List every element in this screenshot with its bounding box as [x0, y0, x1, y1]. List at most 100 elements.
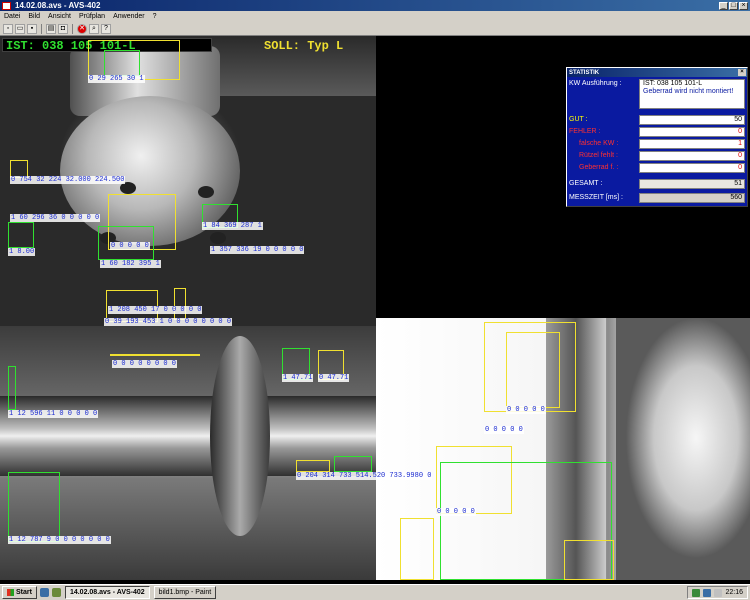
roi-box [400, 518, 434, 580]
measurement-text: 0 47.71 [318, 374, 350, 382]
roi-box [8, 472, 60, 542]
menu-ansicht[interactable]: Ansicht [44, 13, 75, 20]
roi-box [334, 456, 372, 472]
new-icon[interactable]: ▫ [3, 23, 13, 34]
bolt-hole [210, 232, 226, 244]
close-icon[interactable]: × [739, 1, 748, 10]
roi-box [174, 288, 186, 320]
minimize-icon[interactable]: _ [719, 1, 728, 10]
volume-icon[interactable] [703, 588, 712, 597]
statistics-window: STATISTIK × KW Ausführung : IST: 038 105… [566, 67, 748, 207]
toolbar: ▫ ▭ ▪ ▤ ◘ ✕ ⌕ ? [0, 22, 750, 36]
title-bar: 14.02.08.avs - AVS-402 _ □ × [0, 0, 750, 11]
measurement-text: 1 84 369 287 1 [202, 222, 263, 230]
app-icon [2, 1, 11, 10]
bolt-hole [198, 186, 214, 198]
wheel-image [210, 336, 270, 536]
desktop-quicklaunch-icon[interactable] [51, 588, 61, 597]
zoom-icon[interactable]: ⌕ [89, 23, 99, 34]
measurement-text: 1 208 450 17 0 0 0 0 0 [108, 306, 203, 314]
menu-anwender[interactable]: Anwender [109, 13, 149, 20]
kw-value-box: IST: 038 105 101-L Geberrad wird nicht m… [639, 79, 745, 109]
window-controls: _ □ × [719, 1, 748, 10]
falsche-kw-value: 1 [639, 139, 745, 149]
messzeit-label: MESSZEIT [ms] : [569, 194, 623, 201]
statistics-body: KW Ausführung : IST: 038 105 101-L Geber… [567, 77, 747, 206]
windows-logo-icon [7, 589, 14, 596]
menu-pruefplan[interactable]: Prüfplan [75, 13, 109, 20]
maximize-icon[interactable]: □ [729, 1, 738, 10]
menu-bild[interactable]: Bild [24, 13, 44, 20]
kw-message: Geberrad wird nicht montiert! [643, 88, 734, 95]
clock: 22:16 [725, 589, 743, 596]
measurement-text: 0 204 314 733 514.520 733.9980 0 [296, 472, 433, 480]
gut-label: GUT : [569, 116, 588, 123]
measurement-text: 0 0 0 0 0 [484, 426, 524, 434]
measurement-text: 1 12 787 9 0 0 0 0 0 0 0 [8, 536, 111, 544]
fehler-label: FEHLER : [569, 128, 601, 135]
toolbar-separator [72, 23, 73, 34]
fehler-value: 0 [639, 127, 745, 137]
messzeit-value: 560 [639, 193, 745, 203]
roi-box [8, 222, 34, 248]
measurement-text: 1 47.71 [282, 374, 314, 382]
app-window: 14.02.08.avs - AVS-402 _ □ × Datei Bild … [0, 0, 750, 600]
gut-value: 50 [639, 115, 745, 125]
kw-label: KW Ausführung : [569, 80, 622, 87]
gesamt-label: GESAMT : [569, 180, 603, 187]
measurement-text: 0 39 193 453 1 0 0 0 0 0 0 0 0 [104, 318, 233, 326]
statistics-title-bar[interactable]: STATISTIK × [567, 68, 747, 77]
task-paint-label: bild1.bmp - Paint [158, 589, 212, 596]
start-label: Start [16, 589, 32, 596]
menu-datei[interactable]: Datei [0, 13, 24, 20]
gesamt-value: 51 [639, 179, 745, 189]
soll-label: SOLL: Typ L [264, 39, 344, 53]
measurement-text: 0 0 0 0 0 0 0 0 [112, 360, 178, 368]
tray-icon[interactable] [714, 588, 723, 597]
save-icon[interactable]: ▪ [27, 23, 37, 34]
measurement-text: 1 60 182 395 1 [100, 260, 161, 268]
roi-box [296, 460, 330, 472]
measurement-text: 1 12 596 11 0 0 0 0 0 [8, 410, 99, 418]
taskbar: Start 14.02.08.avs - AVS-402 bild1.bmp -… [0, 584, 750, 600]
task-avs-label: 14.02.08.avs - AVS-402 [69, 589, 145, 596]
menu-bar: Datei Bild Ansicht Prüfplan Anwender ? [0, 11, 750, 22]
ie-quicklaunch-icon[interactable] [39, 588, 49, 597]
stop-icon[interactable]: ✕ [77, 23, 87, 34]
task-avs[interactable]: 14.02.08.avs - AVS-402 [64, 586, 150, 599]
statistics-title: STATISTIK [569, 69, 600, 76]
help-icon[interactable]: ? [101, 23, 111, 34]
roi-box [8, 366, 16, 410]
measurement-text: 0 0 0 0 0 [436, 508, 476, 516]
falsche-kw-label: falsche KW : [579, 140, 619, 147]
measurement-text: 0 0 0 0 0 [110, 242, 150, 250]
geberrad-label: Geberrad f. : [579, 164, 619, 171]
measurement-text: 1 60 296 36 0 0 0 0 0 [10, 214, 101, 222]
window-title: 14.02.08.avs - AVS-402 [15, 1, 101, 10]
roi-box [506, 332, 560, 408]
measurement-text: 0 754 32 224 32.000 224.500 [10, 176, 126, 184]
menu-help[interactable]: ? [149, 13, 161, 20]
measurement-text: 1 357 336 19 0 0 0 0 0 [210, 246, 305, 254]
camera-icon[interactable]: ◘ [58, 23, 68, 34]
task-paint[interactable]: bild1.bmp - Paint [153, 586, 217, 599]
network-icon[interactable] [692, 588, 701, 597]
geberrad-value: 0 [639, 163, 745, 173]
toolbar-separator [41, 23, 42, 34]
ruetzel-value: 0 [639, 151, 745, 161]
start-button[interactable]: Start [2, 586, 37, 599]
gear-edge-image [616, 318, 750, 580]
measurement-text: 0 29 265 30 1 [88, 75, 145, 83]
measurement-text: 1 8.00 [8, 248, 36, 256]
roi-box [564, 540, 614, 580]
camera-viewport: IST: 038 105 101-L SOLL: Typ L 0 29 265 … [0, 36, 750, 580]
ruetzel-label: Rützel fehlt : [579, 152, 618, 159]
system-tray: 22:16 [687, 586, 748, 599]
print-icon[interactable]: ▤ [46, 23, 56, 34]
roi-box [104, 50, 140, 76]
roi-line [110, 354, 200, 356]
kw-value: IST: 038 105 101-L [643, 80, 703, 87]
measurement-text: 0 0 0 0 0 [506, 406, 546, 414]
close-icon[interactable]: × [738, 69, 746, 76]
open-icon[interactable]: ▭ [15, 23, 25, 34]
